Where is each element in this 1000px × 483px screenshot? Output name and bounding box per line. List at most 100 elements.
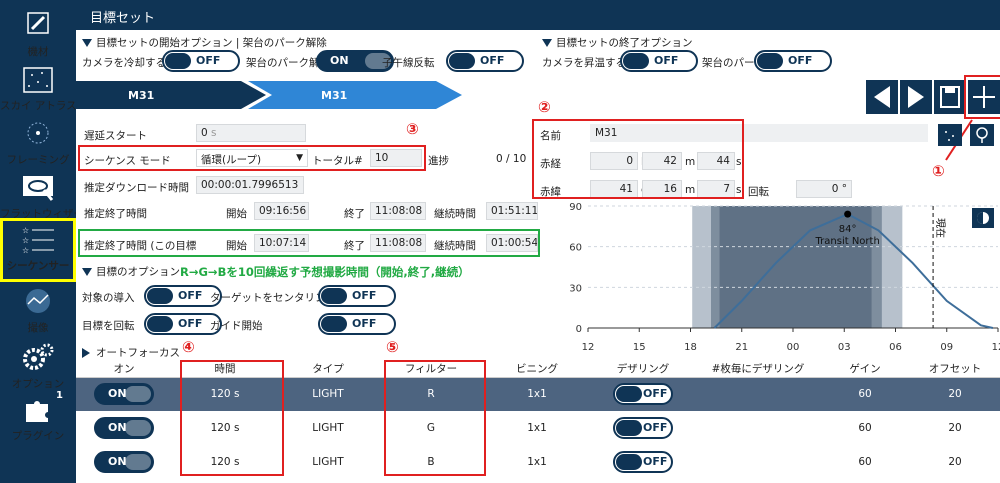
row-on-toggle[interactable]: ON: [94, 417, 154, 439]
arrow-right-icon: [908, 86, 924, 108]
rotation-input[interactable]: 0 °: [796, 180, 852, 198]
target-tab-2[interactable]: [248, 81, 462, 109]
plugin-badge: 1: [56, 390, 63, 401]
collapse-arrow-icon: [82, 39, 92, 47]
cell-dither-every: [696, 411, 820, 445]
column-header[interactable]: #枚毎にデザリング: [696, 361, 820, 378]
progress-label: 進捗: [428, 155, 449, 167]
x-tick-label: 06: [889, 342, 902, 353]
column-header[interactable]: ゲイン: [820, 361, 910, 378]
title-bar: 目標セット: [76, 0, 1000, 30]
save-target-button[interactable]: [934, 80, 966, 114]
cell-dither: OFF: [590, 411, 696, 445]
telescope-icon: [27, 12, 49, 34]
highlight-time-column: [180, 360, 284, 476]
x-tick-label: 12: [992, 342, 1000, 353]
warm-camera-toggle[interactable]: OFF: [620, 50, 698, 72]
page-title: 目標セット: [90, 11, 156, 26]
center-toggle[interactable]: OFF: [318, 285, 396, 307]
collapse-arrow-icon: [542, 39, 552, 47]
now-label: 現在: [934, 218, 946, 238]
meridian-flip-label: 子午線反転: [382, 57, 435, 69]
sky-map-button[interactable]: [938, 124, 962, 146]
cell-gain: 60: [858, 422, 872, 434]
puzzle-icon: [26, 401, 48, 422]
altitude-chart: 906030012151821000306091284°Transit Nort…: [569, 202, 1000, 353]
annotation-note: R→G→Bを10回繰返す予想撮影時間（開始,終了,継続）: [180, 265, 470, 279]
row-on-toggle[interactable]: ON: [94, 383, 154, 406]
row-dither-toggle[interactable]: OFF: [613, 451, 673, 473]
target-tab-2-label: M31: [321, 89, 348, 102]
cell-binning: 1x1: [484, 377, 590, 411]
cell-type: LIGHT: [312, 456, 344, 468]
cell-type: LIGHT: [312, 422, 344, 434]
est-duration-1: 01:51:11: [486, 202, 538, 220]
row-on-toggle[interactable]: ON: [94, 451, 154, 473]
marker-5: ⑤: [386, 338, 399, 356]
est-end-label: 推定終了時間: [84, 208, 147, 220]
cell-dither-every: [696, 377, 820, 411]
transit-altitude-label: 84°: [839, 224, 857, 235]
column-header[interactable]: タイプ: [278, 361, 378, 378]
x-tick-label: 15: [633, 342, 646, 353]
park-toggle[interactable]: OFF: [754, 50, 832, 72]
cell-offset: 20: [910, 377, 1000, 411]
guide-toggle[interactable]: OFF: [318, 313, 396, 335]
cell-offset: 20: [948, 456, 962, 468]
sequencer-icon: ☆☆☆: [22, 226, 54, 254]
sidebar-item-imaging[interactable]: 撮像: [0, 280, 76, 344]
arrow-left-icon: [874, 86, 890, 108]
delay-input[interactable]: 0 s: [196, 124, 306, 142]
x-tick-label: 03: [838, 342, 851, 353]
x-tick-label: 18: [684, 342, 697, 353]
cell-binning: 1x1: [527, 422, 547, 434]
cell-type: LIGHT: [278, 377, 378, 411]
y-tick-label: 0: [576, 324, 582, 335]
marker-3: ③: [406, 120, 419, 138]
marker-4: ④: [182, 338, 195, 356]
cell-dither: OFF: [590, 377, 696, 411]
end-options-header[interactable]: 目標セットの終了オプション: [542, 35, 693, 50]
highlight-coords-box: [532, 119, 744, 199]
cell-offset: 20: [948, 422, 962, 434]
target-options-header[interactable]: 目標のオプション: [82, 264, 180, 279]
flat-wizard-icon: [23, 176, 54, 201]
download-value: 00:00:01.7996513: [196, 176, 304, 194]
rotate-label: 目標を回転: [82, 320, 135, 332]
column-header[interactable]: オフセット: [910, 361, 1000, 378]
est-start-1: 09:16:56: [254, 202, 309, 220]
sidebar-item-plugins[interactable]: 1 プラグイン: [0, 388, 76, 452]
guide-label: ガイド開始: [210, 320, 263, 332]
column-header[interactable]: デザリング: [590, 361, 696, 378]
next-target-button[interactable]: [900, 80, 932, 114]
target-tab-1[interactable]: [76, 81, 266, 109]
cell-dither-every: [696, 445, 820, 479]
cell-on: ON: [76, 445, 172, 479]
locate-button[interactable]: [970, 124, 994, 146]
center-label: ターゲットをセンタリング: [210, 292, 336, 304]
marker-1: ①: [932, 162, 945, 180]
sky-atlas-icon: [23, 67, 53, 93]
sidebar-item-sequencer[interactable]: ☆ ☆ ☆ シーケンサー: [0, 218, 76, 282]
duration-label: 継続時間: [434, 208, 476, 220]
target-tab-1-label: M31: [128, 89, 155, 102]
autofocus-header[interactable]: オートフォーカス: [82, 345, 180, 360]
start-options-header[interactable]: 目標セットの開始オプション | 架台のパーク解除: [82, 35, 327, 50]
delay-label: 遅延スタート: [84, 130, 147, 142]
column-header[interactable]: ビニング: [484, 361, 590, 378]
svg-text:☆: ☆: [22, 246, 29, 254]
y-tick-label: 90: [569, 202, 582, 213]
cell-gain: 60: [858, 456, 872, 468]
row-dither-toggle[interactable]: OFF: [613, 383, 673, 406]
row-dither-toggle[interactable]: OFF: [613, 417, 673, 439]
cool-camera-toggle[interactable]: OFF: [162, 50, 240, 72]
cell-binning: 1x1: [527, 456, 547, 468]
meridian-flip-toggle[interactable]: OFF: [446, 50, 524, 72]
column-header[interactable]: オン: [76, 361, 172, 378]
warm-camera-label: カメラを昇温する: [542, 57, 626, 69]
x-tick-label: 00: [787, 342, 800, 353]
prev-target-button[interactable]: [866, 80, 898, 114]
rotation-label: 回転: [748, 186, 769, 198]
main-panel: 目標セット 目標セットの開始オプション | 架台のパーク解除 カメラを冷却する …: [76, 0, 1000, 483]
framing-icon: [27, 122, 49, 144]
